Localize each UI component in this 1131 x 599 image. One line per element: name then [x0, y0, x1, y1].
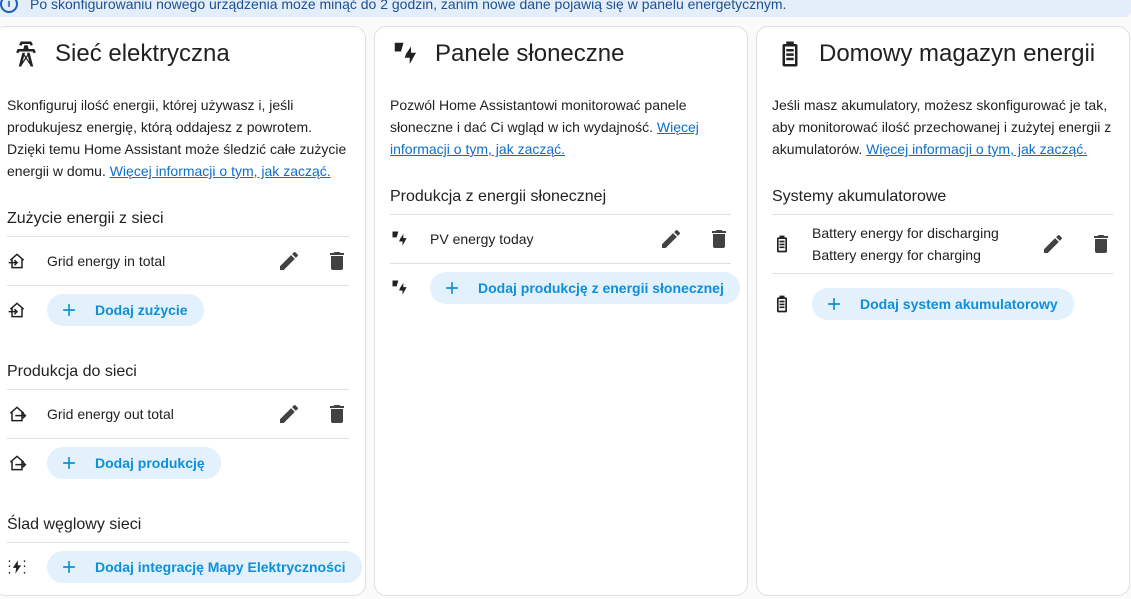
production-section-title: Produkcja do sieci	[7, 363, 137, 380]
battery-discharging-label: Battery energy for discharging	[812, 225, 999, 241]
grid-card: Sieć elektryczna Skonfiguruj ilość energ…	[0, 26, 366, 596]
battery-learn-more-link[interactable]: Więcej informacji o tym, jak zacząć.	[866, 141, 1087, 157]
add-carbon-label: Dodaj integrację Mapy Elektryczności	[95, 559, 346, 575]
carbon-section-title: Ślad węglowy sieci	[7, 516, 142, 533]
home-export-icon	[9, 406, 27, 422]
solar-card-title: Panele słoneczne	[435, 40, 625, 67]
delete-icon[interactable]	[325, 402, 349, 426]
delete-icon[interactable]	[707, 227, 731, 251]
info-icon: i	[0, 0, 18, 13]
pencil-icon[interactable]	[277, 402, 301, 426]
add-production-row: Dodaj produkcję	[0, 439, 365, 487]
solar-card: Panele słoneczne Pozwól Home Assistantow…	[374, 26, 748, 596]
battery-charging-label: Battery energy for charging	[812, 247, 981, 263]
solar-power-icon	[392, 280, 407, 295]
battery-icon	[777, 235, 787, 253]
add-battery-row: Dodaj system akumulatorowy	[757, 274, 1129, 334]
battery-section-title: Systemy akumulatorowe	[772, 188, 947, 205]
solar-item-row: PV energy today	[375, 215, 747, 263]
transmission-tower-icon	[16, 41, 36, 67]
grid-card-title: Sieć elektryczna	[55, 40, 230, 67]
plus-icon	[828, 298, 840, 310]
solar-item-label: PV energy today	[430, 231, 534, 247]
pencil-icon[interactable]	[277, 249, 301, 273]
consumption-item-label: Grid energy in total	[47, 253, 166, 269]
add-production-label: Dodaj produkcję	[95, 455, 205, 471]
plus-icon	[63, 304, 75, 316]
solar-card-header: Panele słoneczne	[375, 27, 747, 81]
add-production-button[interactable]: Dodaj produkcję	[47, 447, 221, 479]
plus-icon	[63, 457, 75, 469]
plus-icon	[63, 561, 75, 573]
add-consumption-row: Dodaj zużycie	[0, 286, 365, 334]
battery-item-row: Battery energy for discharging Battery e…	[757, 215, 1129, 273]
add-carbon-button[interactable]: Dodaj integrację Mapy Elektryczności	[47, 551, 362, 583]
home-import-icon	[8, 302, 25, 318]
grid-learn-more-link[interactable]: Więcej informacji o tym, jak zacząć.	[110, 163, 331, 179]
solar-power-icon	[392, 231, 407, 246]
solar-section-title: Produkcja z energii słonecznej	[390, 188, 607, 205]
battery-card-description: Jeśli masz akumulatory, możesz skonfigur…	[757, 81, 1129, 160]
add-solar-button[interactable]: Dodaj produkcję z energii słonecznej	[430, 272, 740, 304]
home-import-icon	[8, 253, 25, 269]
add-battery-button[interactable]: Dodaj system akumulatorowy	[812, 288, 1074, 320]
battery-icon	[777, 295, 787, 313]
production-item-row: Grid energy out total	[0, 390, 365, 438]
solar-power-icon	[393, 42, 416, 64]
production-item-label: Grid energy out total	[47, 406, 174, 422]
info-alert: i Po skonfigurowaniu nowego urządzenia m…	[0, 0, 1131, 17]
add-battery-label: Dodaj system akumulatorowy	[860, 296, 1058, 312]
add-solar-label: Dodaj produkcję z energii słonecznej	[478, 280, 724, 296]
add-consumption-button[interactable]: Dodaj zużycie	[47, 294, 204, 326]
delete-icon[interactable]	[1089, 232, 1113, 256]
battery-card-title: Domowy magazyn energii	[819, 40, 1096, 67]
add-carbon-row: Dodaj integrację Mapy Elektryczności	[0, 543, 365, 591]
solar-card-description: Pozwól Home Assistantowi monitorować pan…	[375, 81, 747, 160]
carbon-icon	[8, 560, 26, 574]
consumption-item-row: Grid energy in total	[0, 237, 365, 285]
add-solar-row: Dodaj produkcję z energii słonecznej	[375, 264, 747, 312]
pencil-icon[interactable]	[1041, 232, 1065, 256]
solar-desc-text: Pozwól Home Assistantowi monitorować pan…	[390, 97, 687, 135]
consumption-section-title: Zużycie energii z sieci	[7, 210, 164, 227]
battery-icon	[782, 41, 798, 67]
grid-card-header: Sieć elektryczna	[0, 27, 365, 81]
battery-card: Domowy magazyn energii Jeśli masz akumul…	[756, 26, 1130, 596]
battery-card-header: Domowy magazyn energii	[757, 27, 1129, 81]
pencil-icon[interactable]	[659, 227, 683, 251]
plus-icon	[446, 282, 458, 294]
add-consumption-label: Dodaj zużycie	[95, 302, 188, 318]
home-export-icon	[9, 455, 27, 471]
alert-text: Po skonfigurowaniu nowego urządzenia moż…	[30, 0, 787, 12]
delete-icon[interactable]	[325, 249, 349, 273]
battery-item-labels: Battery energy for discharging Battery e…	[812, 222, 999, 266]
grid-card-description: Skonfiguruj ilość energii, której używas…	[0, 81, 365, 182]
